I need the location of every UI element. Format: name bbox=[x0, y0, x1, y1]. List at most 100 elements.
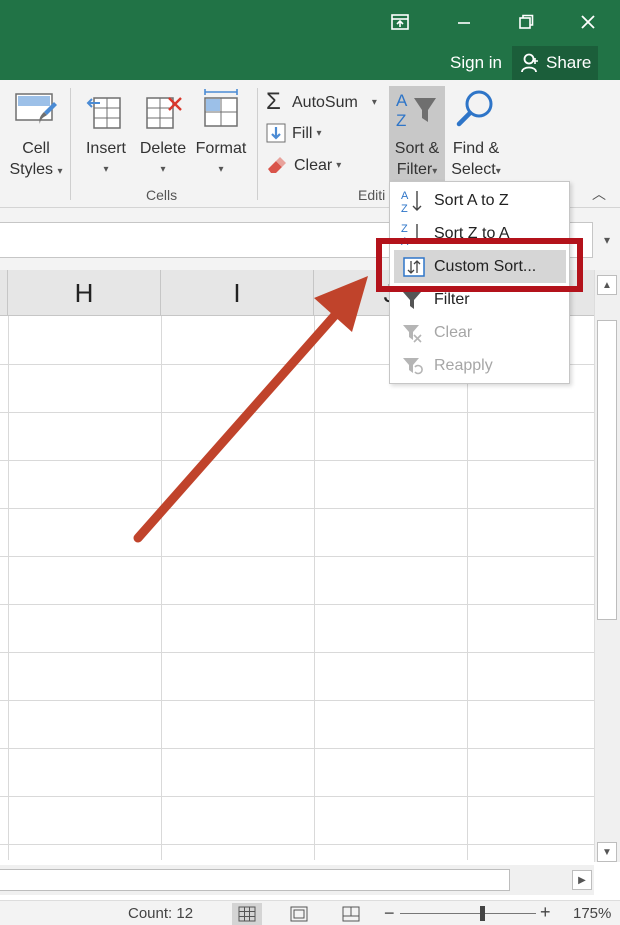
page-break-view-icon[interactable] bbox=[336, 903, 366, 925]
chevron-down-icon: ▾ bbox=[218, 164, 224, 175]
row-divider bbox=[0, 412, 594, 413]
share-label: Share bbox=[546, 53, 592, 72]
zoom-out-icon[interactable]: − bbox=[384, 903, 395, 924]
title-bar: Sign in Share bbox=[0, 0, 620, 80]
separator bbox=[70, 88, 71, 200]
svg-text:A: A bbox=[396, 91, 408, 110]
svg-text:Z: Z bbox=[401, 203, 408, 214]
sort-filter-label-1: Sort & bbox=[394, 140, 440, 157]
cell-styles-icon bbox=[15, 93, 57, 124]
chevron-down-icon: ▾ bbox=[160, 164, 166, 175]
row-divider bbox=[0, 508, 594, 509]
zoom-level[interactable]: 175% bbox=[573, 905, 611, 922]
reapply-icon bbox=[390, 355, 434, 377]
find-select-label-2: Select bbox=[451, 161, 496, 178]
menu-item-label: Filter bbox=[434, 290, 470, 308]
menu-item-sort-a-to-z[interactable]: AZ Sort A to Z bbox=[390, 184, 569, 217]
minimize-icon[interactable] bbox=[444, 8, 484, 36]
column-divider bbox=[8, 316, 9, 860]
share-button[interactable]: Share bbox=[512, 46, 598, 80]
row-divider bbox=[0, 700, 594, 701]
svg-text:A: A bbox=[401, 190, 409, 202]
clear-button[interactable]: Clear ▾ bbox=[266, 153, 356, 177]
chevron-down-icon: ▾ bbox=[371, 96, 377, 108]
sort-filter-button[interactable]: A Z Sort & Filter▾ bbox=[389, 86, 445, 182]
column-divider bbox=[161, 316, 162, 860]
collapse-ribbon-icon[interactable]: ︿ bbox=[592, 184, 612, 202]
scroll-right-icon[interactable]: ▶ bbox=[572, 870, 592, 890]
sign-in-link[interactable]: Sign in bbox=[450, 53, 502, 73]
fill-button[interactable]: Fill ▾ bbox=[266, 121, 346, 145]
insert-label: Insert bbox=[85, 140, 126, 157]
menu-item-clear[interactable]: Clear bbox=[390, 316, 569, 349]
svg-text:Z: Z bbox=[401, 223, 408, 235]
column-divider bbox=[467, 316, 468, 860]
column-header-g[interactable] bbox=[0, 270, 8, 316]
column-divider bbox=[314, 316, 315, 860]
row-divider bbox=[0, 460, 594, 461]
separator bbox=[257, 88, 258, 200]
status-bar: Count: 12 − + 175% bbox=[0, 900, 620, 925]
find-select-label-1: Find & bbox=[452, 140, 500, 157]
menu-item-reapply[interactable]: Reapply bbox=[390, 349, 569, 382]
magnifier-icon bbox=[456, 90, 493, 127]
format-button[interactable]: Format ▾ bbox=[192, 86, 250, 186]
person-icon bbox=[521, 53, 538, 73]
zoom-slider[interactable] bbox=[400, 913, 536, 914]
chevron-down-icon: ▾ bbox=[432, 166, 438, 177]
menu-item-label: Sort A to Z bbox=[434, 191, 509, 209]
fill-down-icon bbox=[266, 123, 286, 143]
row-divider bbox=[0, 652, 594, 653]
vertical-scroll-thumb[interactable] bbox=[597, 320, 617, 620]
row-divider bbox=[0, 748, 594, 749]
fill-label: Fill bbox=[292, 124, 313, 142]
page-layout-view-icon[interactable] bbox=[284, 903, 314, 925]
chevron-down-icon: ▾ bbox=[316, 127, 322, 139]
editing-group-label: Editi bbox=[358, 187, 386, 203]
sort-a-to-z-icon: AZ bbox=[390, 188, 434, 214]
insert-cells-icon bbox=[86, 97, 121, 129]
find-select-button[interactable]: Find & Select▾ bbox=[447, 86, 505, 182]
svg-text:Z: Z bbox=[396, 111, 406, 130]
zoom-in-icon[interactable]: + bbox=[540, 902, 551, 923]
clear-filter-icon bbox=[390, 322, 434, 344]
cell-styles-button[interactable]: Cell Styles ▾ bbox=[8, 86, 64, 186]
delete-cells-icon bbox=[146, 97, 182, 129]
autosum-button[interactable]: Σ AutoSum ▾ bbox=[266, 88, 384, 115]
row-divider bbox=[0, 604, 594, 605]
delete-button[interactable]: Delete ▾ bbox=[136, 86, 190, 186]
chevron-down-icon: ▾ bbox=[336, 159, 342, 171]
chevron-down-icon: ▾ bbox=[57, 166, 63, 177]
scroll-up-icon[interactable]: ▲ bbox=[597, 275, 617, 295]
cell-styles-label-1: Cell bbox=[22, 140, 50, 157]
format-label: Format bbox=[195, 140, 247, 157]
chevron-down-icon: ▾ bbox=[495, 166, 501, 177]
count-readout: Count: 12 bbox=[128, 905, 194, 922]
close-icon[interactable] bbox=[568, 8, 608, 36]
column-header-h[interactable]: H bbox=[8, 270, 161, 316]
column-header-i[interactable]: I bbox=[161, 270, 314, 316]
row-divider bbox=[0, 796, 594, 797]
sigma-icon: Σ bbox=[266, 88, 281, 115]
expand-formula-bar-icon[interactable]: ▾ bbox=[594, 222, 620, 258]
row-divider bbox=[0, 556, 594, 557]
eraser-icon bbox=[268, 157, 286, 173]
insert-button[interactable]: Insert ▾ bbox=[80, 86, 132, 186]
cell-styles-label-2: Styles bbox=[9, 161, 54, 178]
zoom-slider-thumb[interactable] bbox=[480, 906, 485, 921]
sort-filter-icon: A Z bbox=[396, 91, 436, 130]
highlight-box bbox=[376, 238, 583, 292]
menu-item-label: Clear bbox=[434, 323, 473, 341]
clear-label: Clear bbox=[294, 156, 333, 174]
autosum-label: AutoSum bbox=[292, 93, 358, 111]
cells-group-label: Cells bbox=[146, 187, 178, 203]
chevron-down-icon: ▾ bbox=[103, 164, 109, 175]
sort-filter-label-2: Filter bbox=[396, 161, 433, 178]
normal-view-icon[interactable] bbox=[232, 903, 262, 925]
ribbon-display-options-icon[interactable] bbox=[380, 8, 420, 36]
scroll-down-icon[interactable]: ▼ bbox=[597, 842, 617, 862]
restore-icon[interactable] bbox=[506, 8, 546, 36]
format-cells-icon bbox=[204, 89, 238, 127]
horizontal-scroll-thumb[interactable] bbox=[0, 869, 510, 891]
row-divider bbox=[0, 844, 594, 845]
